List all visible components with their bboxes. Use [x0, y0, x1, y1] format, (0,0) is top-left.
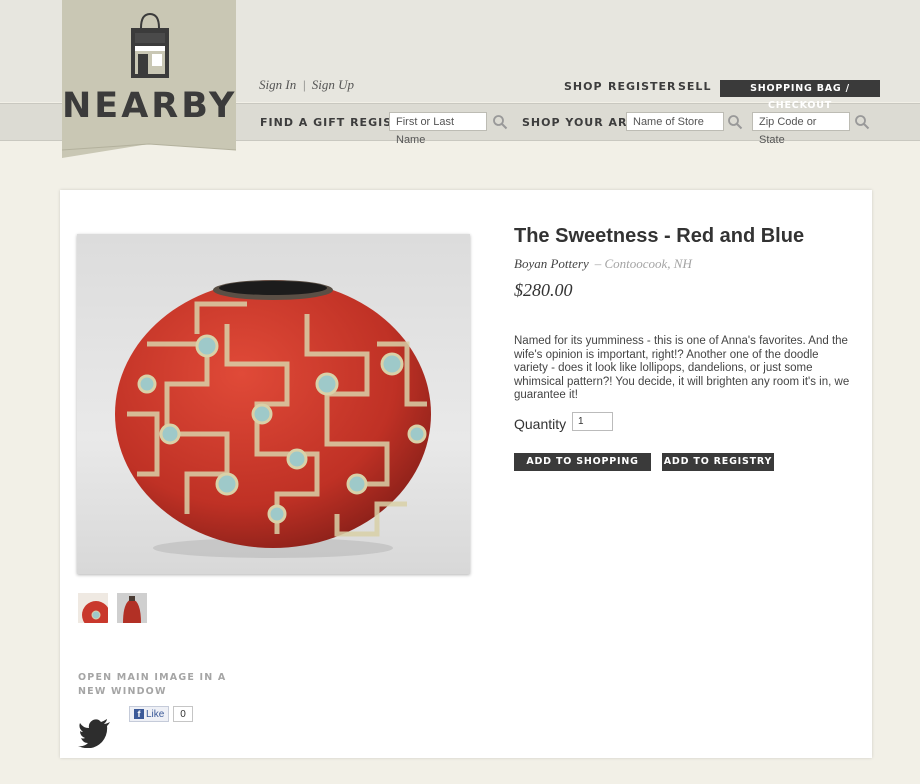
facebook-like-button[interactable]: f Like [129, 706, 169, 722]
open-main-image-link[interactable]: OPEN MAIN IMAGE IN A NEW WINDOW [78, 671, 248, 699]
search-icon[interactable] [727, 114, 743, 130]
add-to-registry-button[interactable]: ADD TO REGISTRY [662, 453, 774, 471]
quantity-input[interactable]: 1 [572, 412, 613, 431]
search-icon[interactable] [854, 114, 870, 130]
brand-name: NEARBY [62, 86, 238, 126]
zip-state-input[interactable]: Zip Code or State [752, 112, 850, 146]
nav-register[interactable]: REGISTER [608, 80, 677, 93]
product-thumbnail[interactable] [117, 593, 147, 623]
product-thumbnail[interactable] [78, 593, 110, 629]
registry-name-input[interactable]: First or Last Name [389, 112, 487, 146]
like-count: 0 [173, 706, 193, 722]
shopping-bag-icon [131, 12, 169, 78]
auth-separator: | [302, 77, 306, 92]
thumbnail-vase [82, 601, 110, 629]
sign-up-link[interactable]: Sign Up [312, 77, 354, 92]
nav-sell[interactable]: SELL [678, 80, 711, 93]
maker-location: – Contoocook, NH [594, 256, 692, 271]
thumbnail-vase [123, 596, 141, 623]
product-main-image[interactable] [77, 234, 470, 574]
facebook-icon: f [134, 709, 144, 719]
logo[interactable]: NEARBY [61, 0, 238, 160]
vase-illustration [115, 280, 431, 558]
auth-links: Sign In | Sign Up [259, 77, 354, 93]
sign-in-link[interactable]: Sign In [259, 77, 296, 92]
checkout-button[interactable]: SHOPPING BAG / CHECKOUT [720, 80, 880, 111]
maker-name-link[interactable]: Boyan Pottery [514, 256, 589, 271]
twitter-icon[interactable] [78, 716, 112, 748]
quantity-label: Quantity [514, 416, 567, 432]
product-title: The Sweetness - Red and Blue [514, 225, 805, 247]
store-name-input[interactable]: Name of Store [626, 112, 724, 131]
product-maker: Boyan Pottery – Contoocook, NH [514, 256, 692, 272]
search-icon[interactable] [492, 114, 508, 130]
product-description: Named for its yumminess - this is one of… [514, 335, 850, 402]
nav-shop[interactable]: SHOP [564, 80, 603, 93]
add-to-bag-button[interactable]: ADD TO SHOPPING BAG [514, 453, 651, 485]
product-price: $280.00 [514, 280, 573, 300]
like-label: Like [146, 709, 165, 720]
